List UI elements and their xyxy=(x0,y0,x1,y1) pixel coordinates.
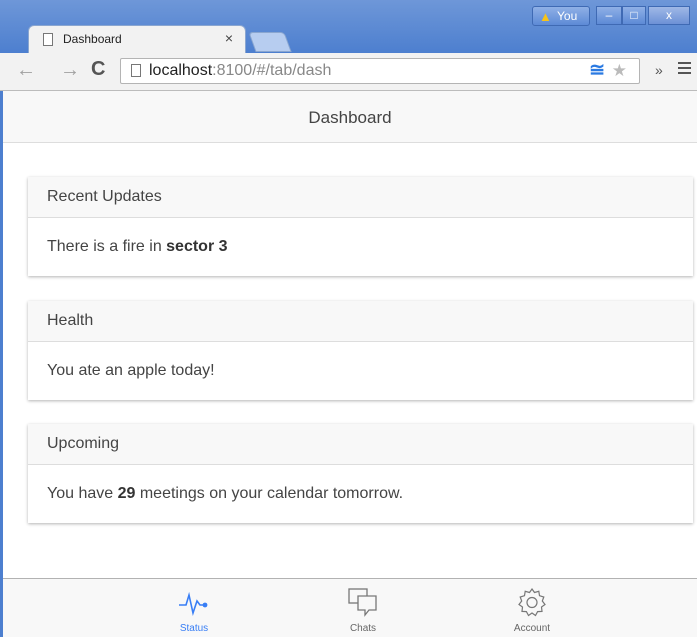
back-arrow-icon[interactable]: ← xyxy=(16,59,36,82)
card-upcoming: Upcoming You have 29 meetings on your ca… xyxy=(28,424,693,523)
reload-icon[interactable]: C xyxy=(91,58,105,81)
card-content: You have 29 meetings on your calendar to… xyxy=(47,485,404,502)
title-bar: Dashboard × ▲ You – □ x xyxy=(0,0,697,53)
card-recent-updates: Recent Updates There is a fire in sector… xyxy=(28,177,693,276)
gear-icon xyxy=(518,587,546,617)
profile-button[interactable]: ▲ You xyxy=(532,6,590,26)
window-controls: – □ x xyxy=(596,6,690,26)
browser-toolbar: ← → C localhost:8100/#/tab/dash ≅ ★ » xyxy=(0,53,697,91)
browser-tab[interactable]: Dashboard × xyxy=(28,25,246,53)
card-header: Recent Updates xyxy=(28,177,693,218)
new-tab-button[interactable] xyxy=(248,32,292,52)
card-header: Health xyxy=(28,301,693,342)
tab-bar: Status Chats Account xyxy=(3,578,697,637)
bookmark-star-icon[interactable]: ★ xyxy=(612,61,627,81)
tab-label: Chats xyxy=(349,623,377,634)
card-content: There is a fire in sector 3 xyxy=(47,238,228,255)
page-title: Dashboard xyxy=(308,108,392,127)
browser-window: Dashboard × ▲ You – □ x ← → C localhost:… xyxy=(0,0,697,637)
extension-icon[interactable]: ≅ xyxy=(589,59,605,82)
app-header: Dashboard xyxy=(3,91,697,143)
menu-icon[interactable] xyxy=(678,62,691,77)
page-viewport: Dashboard Recent Updates There is a fire… xyxy=(0,91,697,637)
card-content: You ate an apple today! xyxy=(47,362,215,379)
profile-label: You xyxy=(557,9,578,23)
extensions-overflow-icon[interactable]: » xyxy=(655,62,663,78)
page-info-icon[interactable] xyxy=(131,64,141,77)
maximize-button[interactable]: □ xyxy=(622,6,646,25)
tab-title: Dashboard xyxy=(63,32,122,46)
forward-arrow-icon[interactable]: → xyxy=(60,59,80,82)
address-bar[interactable]: localhost:8100/#/tab/dash ≅ ★ xyxy=(120,58,640,84)
url-path: :8100/#/tab/dash xyxy=(212,62,332,79)
tab-close-icon[interactable]: × xyxy=(225,30,233,46)
pulse-icon xyxy=(179,591,208,616)
tab-label: Account xyxy=(513,623,551,634)
url-host: localhost xyxy=(149,62,213,79)
tab-label: Status xyxy=(179,623,209,634)
minimize-button[interactable]: – xyxy=(596,6,622,25)
page-icon xyxy=(43,33,53,46)
card-health: Health You ate an apple today! xyxy=(28,301,693,400)
chat-bubbles-icon xyxy=(348,588,377,617)
warning-icon: ▲ xyxy=(539,9,552,24)
close-window-button[interactable]: x xyxy=(648,6,690,25)
url-text[interactable]: localhost:8100/#/tab/dash xyxy=(149,62,331,80)
card-header: Upcoming xyxy=(28,424,693,465)
